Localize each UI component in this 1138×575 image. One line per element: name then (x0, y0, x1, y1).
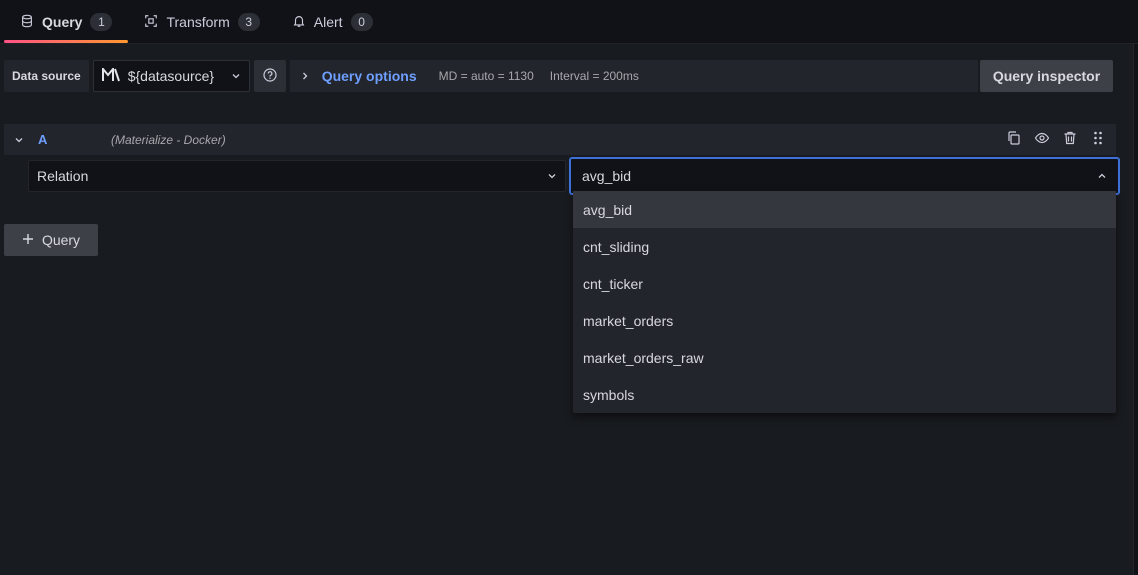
query-toolbar: Data source ${datasource} Query options … (4, 60, 978, 92)
editor-tabs: Query 1 Transform 3 Alert 0 (0, 0, 1138, 44)
datasource-picker[interactable]: ${datasource} (92, 60, 250, 92)
query-options-label: Query options (321, 68, 417, 84)
question-circle-icon (263, 67, 277, 85)
datasource-label: Data source (4, 60, 89, 92)
tab-transform[interactable]: Transform 3 (128, 1, 275, 43)
relation-select[interactable]: avg_bid (569, 157, 1120, 195)
chevron-up-icon (1097, 168, 1107, 184)
datasource-value: ${datasource} (127, 68, 215, 84)
query-editor: Data source ${datasource} Query options … (0, 44, 1134, 575)
add-query-label: Query (41, 232, 81, 248)
query-inspector-button[interactable]: Query inspector (980, 60, 1113, 92)
materialize-logo-icon (101, 65, 120, 85)
chevron-down-icon (547, 168, 557, 184)
datasource-help-button[interactable] (253, 60, 286, 92)
duplicate-icon[interactable] (1006, 130, 1022, 149)
option-cnt-sliding[interactable]: cnt_sliding (573, 228, 1116, 265)
max-data-points-info: MD = auto = 1130 (438, 69, 534, 83)
query-ref-id[interactable]: A (38, 132, 88, 147)
drag-handle-icon[interactable] (1090, 130, 1106, 149)
tab-alert-count: 0 (350, 13, 373, 31)
relation-selected-value: avg_bid (582, 168, 632, 184)
option-avg-bid[interactable]: avg_bid (573, 191, 1116, 228)
option-market-orders[interactable]: market_orders (573, 302, 1116, 339)
tab-query-count: 1 (90, 13, 113, 31)
database-icon (20, 14, 34, 31)
tab-transform-count: 3 (237, 13, 260, 31)
collapse-chevron-icon[interactable] (14, 132, 24, 148)
relation-field[interactable]: Relation (28, 160, 566, 192)
tab-alert[interactable]: Alert 0 (276, 1, 389, 43)
interval-info: Interval = 200ms (549, 69, 639, 83)
chevron-down-icon (231, 68, 241, 84)
tab-query[interactable]: Query 1 (4, 1, 129, 43)
add-query-button[interactable]: Query (4, 224, 98, 256)
query-row-actions (1006, 124, 1106, 155)
relation-label: Relation (37, 168, 89, 184)
plus-icon (22, 232, 34, 248)
query-row-header: A (Materialize - Docker) (4, 124, 1116, 155)
option-market-orders-raw[interactable]: market_orders_raw (573, 339, 1116, 376)
relation-options-menu: avg_bid cnt_sliding cnt_ticker market_or… (573, 191, 1116, 413)
trash-icon[interactable] (1062, 130, 1078, 149)
tab-query-label: Query (42, 14, 83, 30)
bell-icon (292, 14, 306, 31)
query-datasource-note: (Materialize - Docker) (111, 132, 226, 147)
tab-alert-label: Alert (313, 14, 343, 30)
query-options-toggle[interactable]: Query options MD = auto = 1130 Interval … (289, 60, 978, 92)
transform-icon (144, 14, 158, 31)
option-cnt-ticker[interactable]: cnt_ticker (573, 265, 1116, 302)
eye-icon[interactable] (1034, 130, 1050, 149)
tab-transform-label: Transform (166, 14, 230, 30)
option-symbols[interactable]: symbols (573, 376, 1116, 413)
chevron-right-icon (300, 68, 310, 84)
